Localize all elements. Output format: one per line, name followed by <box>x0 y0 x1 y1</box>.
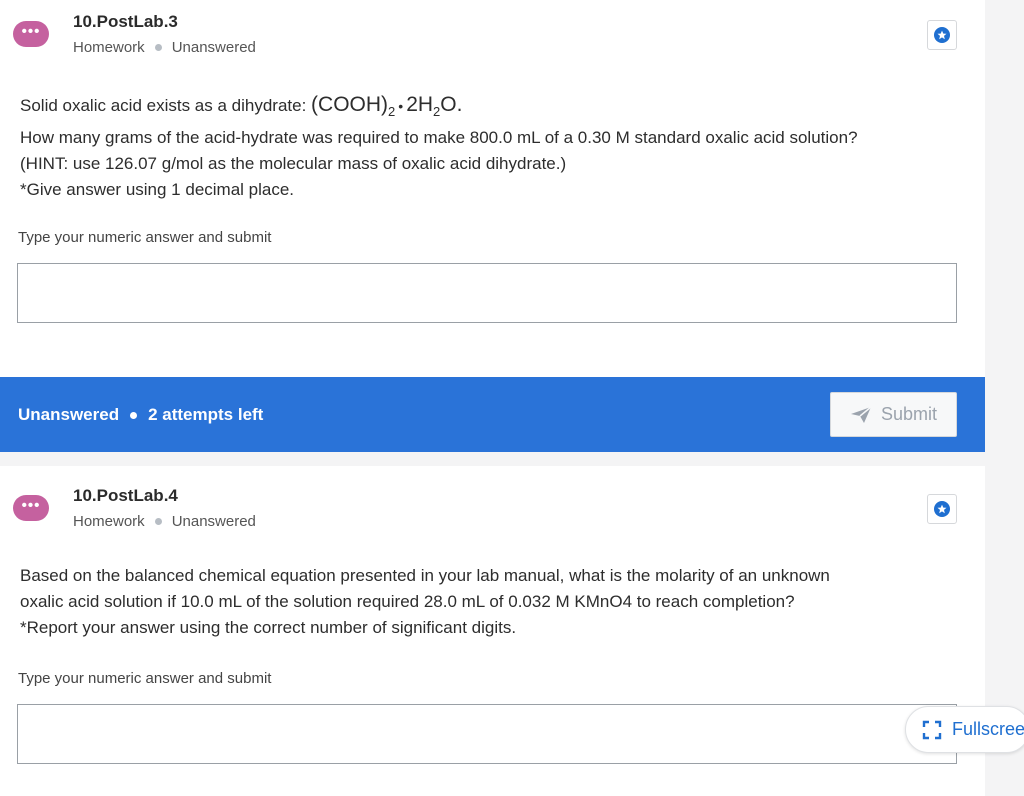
question-line: Based on the balanced chemical equation … <box>20 566 830 585</box>
more-dots-icon[interactable]: ••• <box>13 21 49 47</box>
submission-status-bar: Unanswered 2 attempts left Submit <box>0 377 985 452</box>
separator-dot <box>130 411 138 419</box>
question-line: oxalic acid solution if 10.0 mL of the s… <box>20 592 795 611</box>
submit-button[interactable]: Submit <box>830 392 957 437</box>
more-dots-icon[interactable]: ••• <box>13 495 49 521</box>
question-type: Homework <box>73 513 145 530</box>
answer-label: Type your numeric answer and submit <box>18 670 272 687</box>
fullscreen-icon <box>922 720 942 739</box>
answer-input[interactable] <box>17 263 957 323</box>
question-status: Unanswered <box>171 513 256 530</box>
answer-input[interactable] <box>17 704 957 764</box>
question-line: *Give answer using 1 decimal place. <box>20 180 295 200</box>
question-text: Solid oxalic acid exists as a dihydrate:… <box>20 92 950 203</box>
send-icon <box>850 405 872 423</box>
answer-label: Type your numeric answer and submit <box>18 229 272 246</box>
fullscreen-button[interactable]: Fullscreen <box>905 706 1024 753</box>
question-line: (HINT: use 126.07 g/mol as the molecular… <box>20 154 567 174</box>
question-title: 10.PostLab.4 <box>73 486 178 505</box>
question-line: How many grams of the acid-hydrate was r… <box>20 128 858 148</box>
question-card-1: ••• 10.PostLab.3 Homework Unanswered Sol… <box>0 0 985 377</box>
question-type: Homework <box>73 39 145 56</box>
question-title: 10.PostLab.3 <box>73 12 178 31</box>
separator-dot <box>154 44 162 51</box>
question-status: Unanswered <box>171 39 256 56</box>
star-button[interactable] <box>927 494 957 524</box>
attempts-left: 2 attempts left <box>148 405 264 424</box>
question-text: Based on the balanced chemical equation … <box>20 563 950 641</box>
separator-dot <box>154 518 162 525</box>
question-meta: Homework Unanswered <box>73 39 256 56</box>
star-button[interactable] <box>927 20 957 50</box>
chemical-formula: (COOH)2 • 2H2O. <box>311 93 463 120</box>
question-intro-line: Solid oxalic acid exists as a dihydrate:… <box>20 93 463 120</box>
question-line: *Report your answer using the correct nu… <box>20 618 517 637</box>
star-icon <box>934 501 950 517</box>
star-icon <box>934 27 950 43</box>
status-text: Unanswered 2 attempts left <box>18 405 263 425</box>
question-card-2: ••• 10.PostLab.4 Homework Unanswered Bas… <box>0 466 985 796</box>
fullscreen-label: Fullscreen <box>952 719 1024 739</box>
submit-label: Submit <box>880 404 938 424</box>
question-meta: Homework Unanswered <box>73 513 256 530</box>
status-label: Unanswered <box>18 405 120 424</box>
